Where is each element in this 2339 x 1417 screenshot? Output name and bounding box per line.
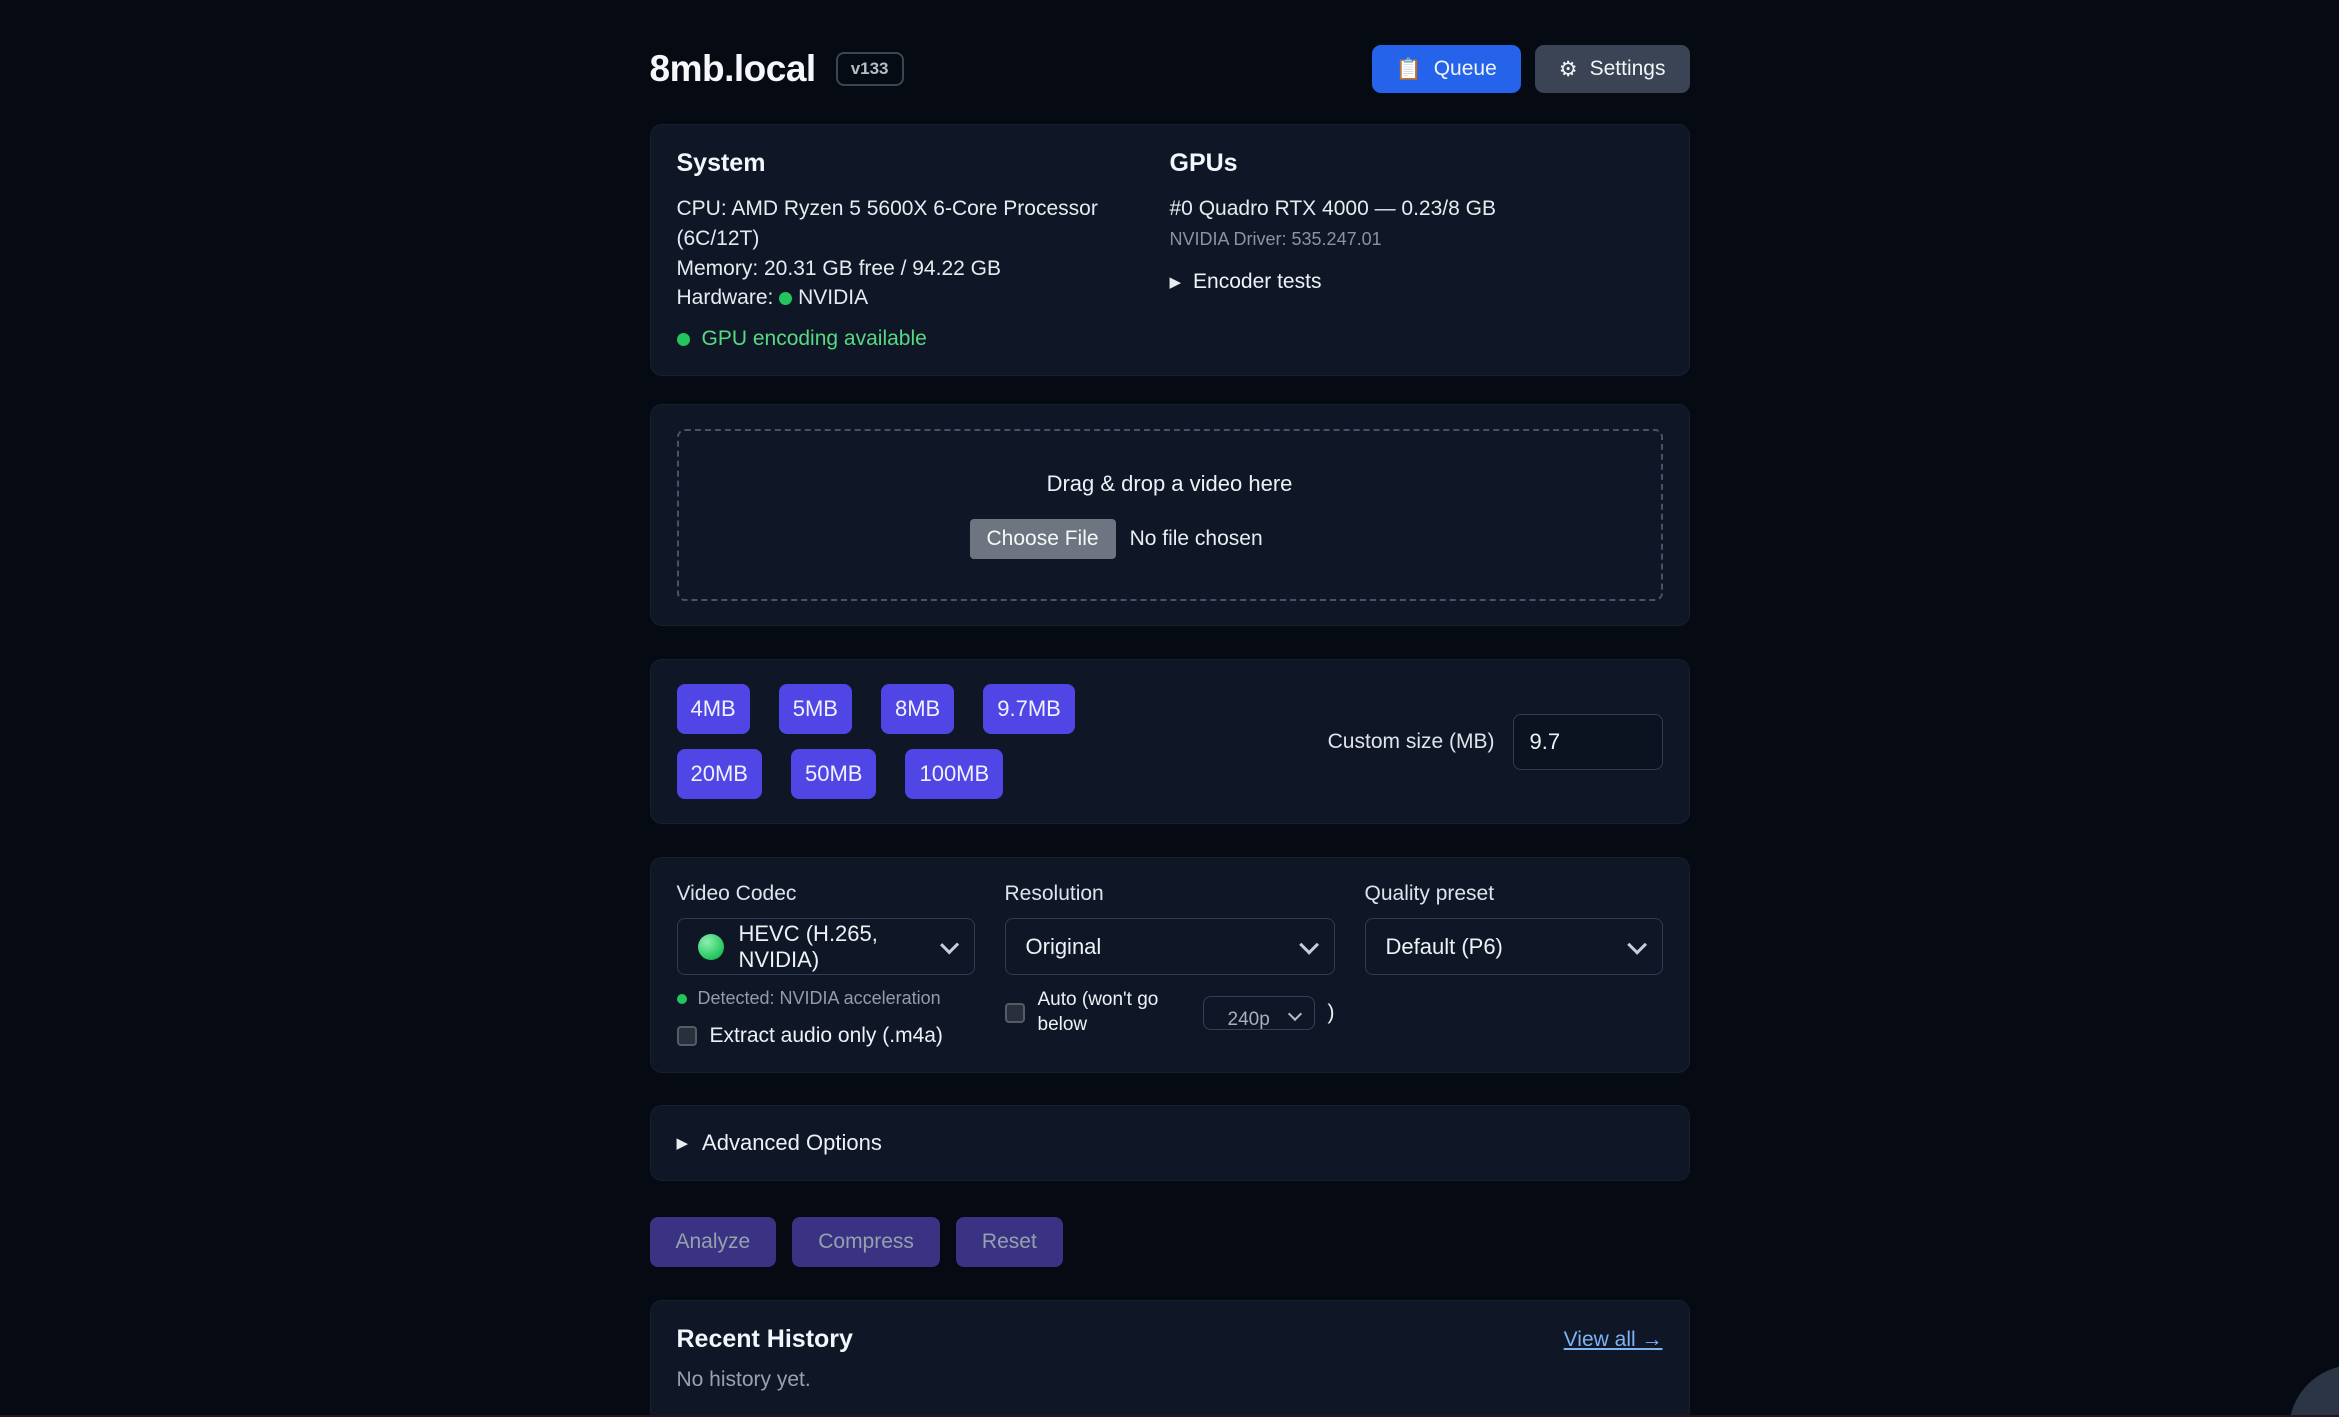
auto-resolution-checkbox[interactable] — [1005, 1003, 1025, 1023]
system-info-card: System CPU: AMD Ryzen 5 5600X 6-Core Pro… — [650, 124, 1690, 376]
gpus-heading: GPUs — [1170, 149, 1663, 178]
chevron-down-icon — [1287, 1007, 1301, 1021]
green-status-dot — [779, 292, 792, 305]
size-preset-9-7mb[interactable]: 9.7MB — [983, 684, 1075, 734]
gpu-encoding-status: GPU encoding available — [677, 327, 1170, 351]
system-column: System CPU: AMD Ryzen 5 5600X 6-Core Pro… — [677, 149, 1170, 351]
gpus-column: GPUs #0 Quadro RTX 4000 — 0.23/8 GB NVID… — [1170, 149, 1663, 351]
quality-column: Quality preset Default (P6) — [1365, 882, 1663, 1048]
triangle-right-icon: ▶ — [677, 1134, 689, 1152]
codec-hint: Detected: NVIDIA acceleration — [677, 988, 975, 1009]
size-preset-8mb[interactable]: 8MB — [881, 684, 954, 734]
codec-selected-value: HEVC (H.265, NVIDIA) — [739, 921, 941, 973]
green-status-dot — [677, 994, 687, 1004]
resolution-select[interactable]: Original — [1005, 918, 1335, 975]
green-circle-icon — [698, 934, 724, 960]
custom-size-input[interactable] — [1513, 714, 1663, 770]
gear-icon: ⚙ — [1559, 59, 1578, 80]
resolution-floor-select[interactable]: 240p — [1203, 996, 1315, 1030]
extract-audio-row: Extract audio only (.m4a) — [677, 1024, 975, 1048]
system-heading: System — [677, 149, 1170, 178]
quality-label: Quality preset — [1365, 882, 1663, 906]
compress-button[interactable]: Compress — [792, 1217, 940, 1267]
chevron-down-icon — [1627, 935, 1647, 955]
extract-audio-label: Extract audio only (.m4a) — [710, 1024, 943, 1048]
app-page: 8mb.local v133 📋 Queue ⚙ Settings System… — [0, 0, 2339, 1417]
auto-resolution-label: Auto (won't go below — [1038, 988, 1190, 1037]
encode-options-card: Video Codec HEVC (H.265, NVIDIA) Detecte… — [650, 857, 1690, 1073]
size-presets-card: 4MB 5MB 8MB 9.7MB 20MB 50MB 100MB Custom… — [650, 659, 1690, 824]
encoder-tests-toggle[interactable]: ▶ Encoder tests — [1170, 270, 1663, 294]
resolution-floor-value: 240p — [1228, 1009, 1270, 1030]
history-empty-text: No history yet. — [677, 1368, 1663, 1392]
analyze-button[interactable]: Analyze — [650, 1217, 777, 1267]
version-badge: v133 — [836, 52, 904, 86]
extract-audio-checkbox[interactable] — [677, 1026, 697, 1046]
recent-history-card: Recent History View all → No history yet… — [650, 1300, 1690, 1417]
resolution-label: Resolution — [1005, 882, 1335, 906]
queue-button[interactable]: 📋 Queue — [1372, 45, 1521, 93]
clipboard-icon: 📋 — [1396, 59, 1422, 80]
queue-button-label: Queue — [1434, 57, 1497, 81]
chevron-down-icon — [1299, 935, 1319, 955]
auto-resolution-row: Auto (won't go below 240p ) — [1005, 988, 1335, 1037]
custom-size-label: Custom size (MB) — [1328, 730, 1495, 754]
advanced-options-card: ▶ Advanced Options — [650, 1105, 1690, 1181]
driver-info: NVIDIA Driver: 535.247.01 — [1170, 229, 1663, 250]
recent-history-heading: Recent History — [677, 1325, 853, 1354]
size-preset-4mb[interactable]: 4MB — [677, 684, 750, 734]
dropzone-prompt: Drag & drop a video here — [1047, 471, 1293, 497]
chevron-down-icon — [940, 935, 959, 954]
advanced-options-toggle[interactable]: ▶ Advanced Options — [677, 1130, 1663, 1156]
reset-button[interactable]: Reset — [956, 1217, 1063, 1267]
resolution-selected-value: Original — [1026, 934, 1102, 960]
quality-select[interactable]: Default (P6) — [1365, 918, 1663, 975]
resolution-column: Resolution Original Auto (won't go below… — [1005, 882, 1335, 1048]
custom-size-group: Custom size (MB) — [1328, 714, 1663, 770]
size-preset-20mb[interactable]: 20MB — [677, 749, 762, 799]
size-preset-group: 4MB 5MB 8MB 9.7MB 20MB 50MB 100MB — [677, 684, 1127, 799]
settings-button-label: Settings — [1590, 57, 1666, 81]
auto-resolution-suffix: ) — [1328, 1001, 1335, 1025]
gpu0-info: #0 Quadro RTX 4000 — 0.23/8 GB — [1170, 194, 1663, 224]
file-input[interactable]: Choose File No file chosen — [970, 519, 1370, 559]
size-preset-100mb[interactable]: 100MB — [905, 749, 1003, 799]
encoder-tests-label: Encoder tests — [1193, 270, 1321, 294]
header: 8mb.local v133 📋 Queue ⚙ Settings — [650, 45, 1690, 93]
size-preset-5mb[interactable]: 5MB — [779, 684, 852, 734]
codec-column: Video Codec HEVC (H.265, NVIDIA) Detecte… — [677, 882, 975, 1048]
cpu-info: CPU: AMD Ryzen 5 5600X 6-Core Processor … — [677, 194, 1170, 254]
green-status-dot — [677, 333, 690, 346]
action-buttons: Analyze Compress Reset — [650, 1217, 1690, 1267]
page-title: 8mb.local — [650, 48, 816, 90]
size-preset-50mb[interactable]: 50MB — [791, 749, 876, 799]
memory-info: Memory: 20.31 GB free / 94.22 GB — [677, 254, 1170, 284]
file-chosen-text: No file chosen — [1130, 527, 1263, 551]
choose-file-button[interactable]: Choose File — [970, 519, 1116, 559]
codec-select[interactable]: HEVC (H.265, NVIDIA) — [677, 918, 975, 975]
view-all-link[interactable]: View all → — [1564, 1328, 1663, 1352]
settings-button[interactable]: ⚙ Settings — [1535, 45, 1690, 93]
advanced-options-label: Advanced Options — [702, 1130, 882, 1156]
dropzone[interactable]: Drag & drop a video here Choose File No … — [677, 429, 1663, 601]
quality-selected-value: Default (P6) — [1386, 934, 1503, 960]
upload-card: Drag & drop a video here Choose File No … — [650, 404, 1690, 626]
codec-label: Video Codec — [677, 882, 975, 906]
hardware-info: Hardware: NVIDIA — [677, 283, 1170, 313]
triangle-right-icon: ▶ — [1170, 273, 1182, 291]
floating-corner-button[interactable] — [2289, 1365, 2339, 1417]
